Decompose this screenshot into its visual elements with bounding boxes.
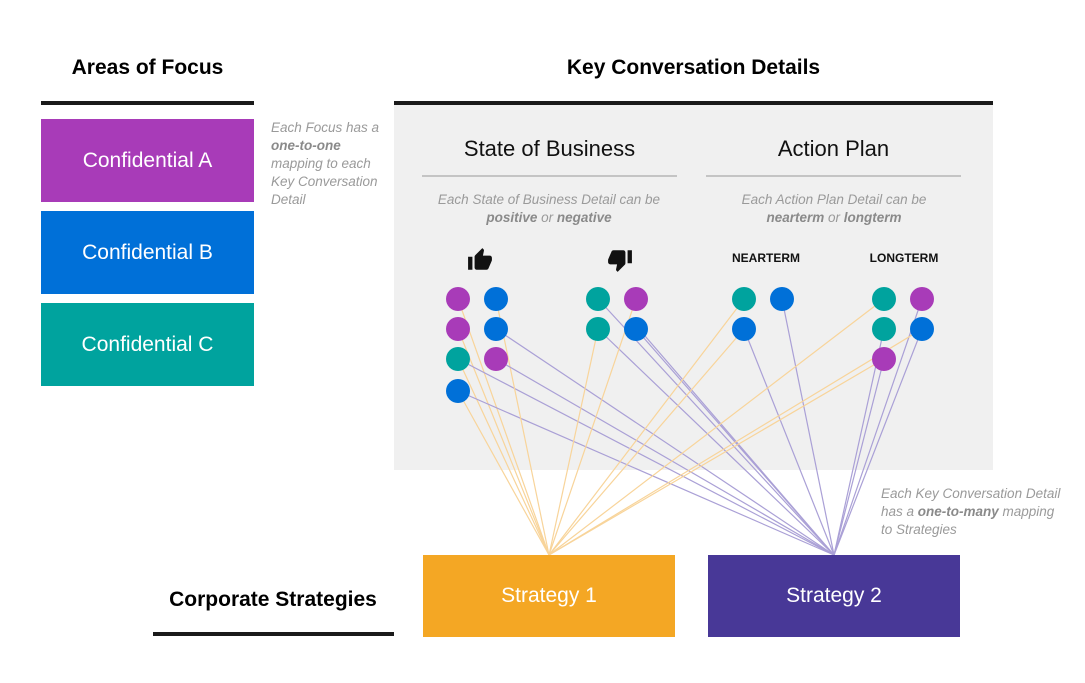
detail-dot-positive-a[interactable] (446, 317, 470, 341)
detail-dot-positive-c[interactable] (446, 347, 470, 371)
detail-dot-positive-b[interactable] (484, 317, 508, 341)
connection-line-strategy-1 (548, 358, 885, 556)
connection-line-strategy-1 (548, 328, 923, 556)
connection-line-strategy-1 (548, 328, 745, 556)
detail-dot-negative-c[interactable] (586, 287, 610, 311)
strategy-box-1[interactable]: Strategy 1 (423, 555, 675, 637)
detail-dot-negative-c[interactable] (586, 317, 610, 341)
detail-dot-nearterm-b[interactable] (732, 317, 756, 341)
strategy-box-2[interactable]: Strategy 2 (708, 555, 960, 637)
connection-line-strategy-2 (495, 358, 835, 556)
detail-dot-longterm-a[interactable] (872, 347, 896, 371)
connection-line-strategy-2 (457, 390, 835, 556)
connection-line-strategy-2 (781, 298, 835, 556)
connection-line-strategy-2 (597, 328, 835, 556)
detail-dot-longterm-c[interactable] (872, 317, 896, 341)
detail-dot-longterm-b[interactable] (910, 317, 934, 341)
strategy-note-bold: one-to-many (917, 504, 999, 519)
detail-dot-negative-b[interactable] (624, 317, 648, 341)
detail-dot-positive-b[interactable] (446, 379, 470, 403)
connection-line-strategy-2 (833, 358, 885, 556)
connection-line-strategy-1 (548, 328, 599, 556)
corporate-strategies-rule (153, 632, 394, 636)
detail-dot-positive-b[interactable] (484, 287, 508, 311)
connection-line-strategy-1 (457, 390, 550, 556)
detail-dot-longterm-a[interactable] (910, 287, 934, 311)
detail-dot-nearterm-b[interactable] (770, 287, 794, 311)
detail-dot-longterm-c[interactable] (872, 287, 896, 311)
detail-dot-positive-a[interactable] (446, 287, 470, 311)
corporate-strategies-title: Corporate Strategies (169, 588, 377, 611)
strategy-mapping-note: Each Key Conversation Detail has a one-t… (881, 485, 1061, 539)
detail-dot-nearterm-c[interactable] (732, 287, 756, 311)
detail-dot-negative-a[interactable] (624, 287, 648, 311)
connection-line-strategy-1 (457, 358, 550, 556)
detail-dot-positive-a[interactable] (484, 347, 508, 371)
